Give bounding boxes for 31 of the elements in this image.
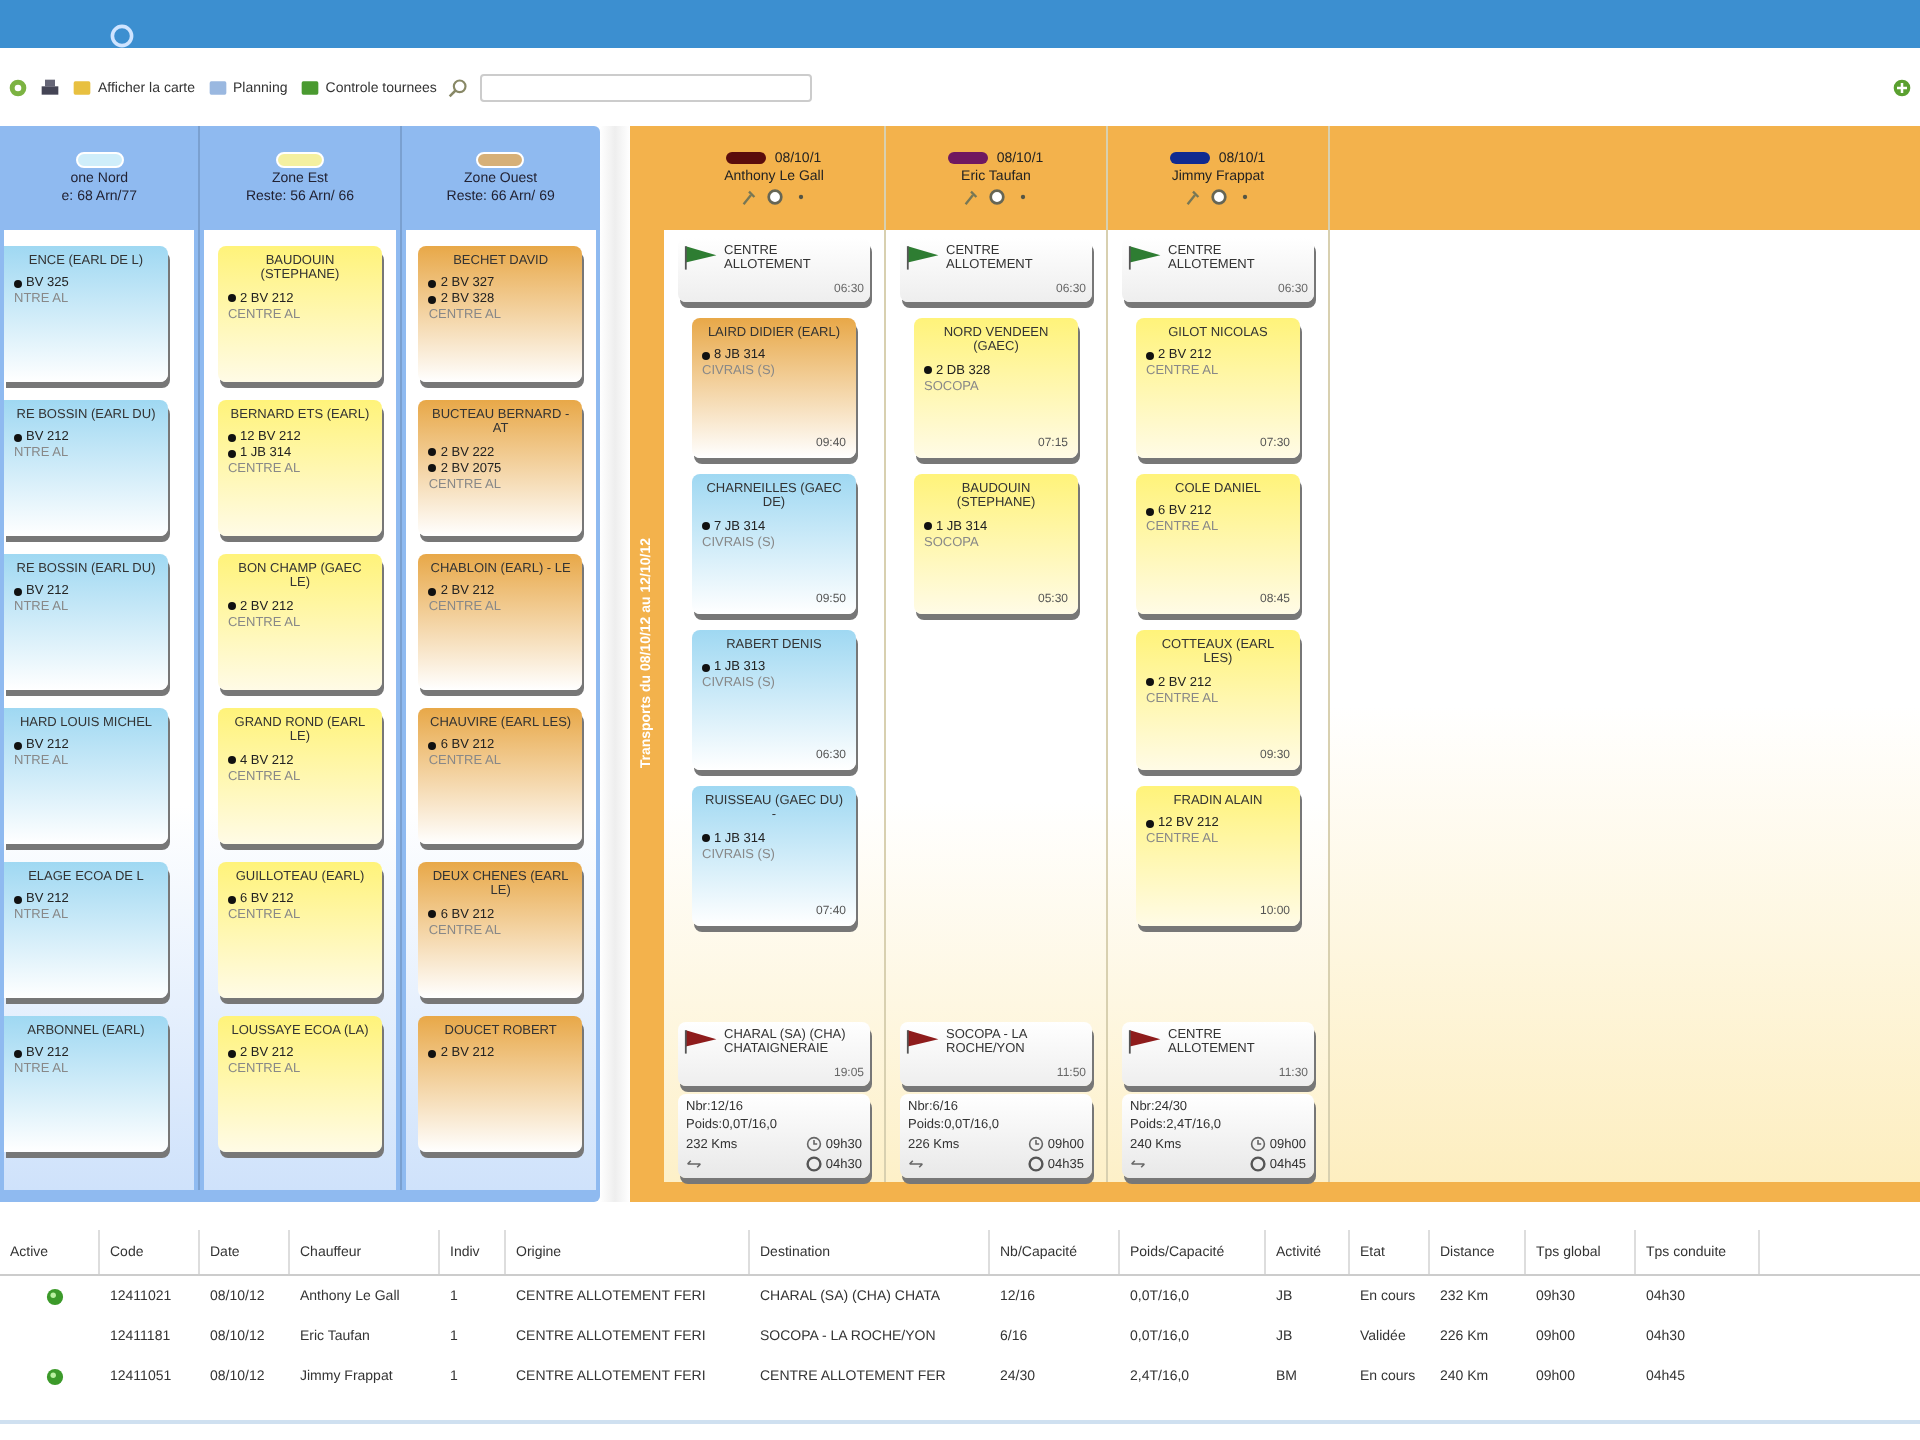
flag-icon [906,1028,942,1054]
app-icon [110,24,134,48]
pin-icon[interactable] [961,187,979,205]
pin-icon[interactable] [1183,187,1201,205]
circle-icon[interactable] [1209,187,1227,205]
flag-icon [684,244,720,270]
printer-icon[interactable] [40,78,60,98]
flag-icon [1128,1028,1164,1054]
wheel-icon [805,1156,822,1172]
search-icon[interactable] [448,78,469,98]
flag-icon [906,244,942,270]
clock-icon [805,1136,822,1152]
flag-icon [1128,244,1164,270]
search-field[interactable] [480,74,813,102]
add-icon[interactable] [1892,78,1912,98]
wheel-icon [1249,1156,1266,1172]
clock-icon [1027,1136,1044,1152]
arrows-icon [908,1156,924,1172]
pin-icon[interactable] [739,187,757,205]
toolbar-icon [299,78,320,98]
circle-icon[interactable] [765,187,783,205]
circle-icon[interactable] [987,187,1005,205]
toolbar-icon [72,78,92,98]
toolbar-icon [207,78,228,98]
arrows-icon [686,1156,702,1172]
arrows-icon [1130,1156,1146,1172]
wheel-icon [1027,1156,1044,1172]
flag-icon [684,1028,720,1054]
splitter-handle[interactable] [600,126,630,1202]
clock-icon [1249,1136,1266,1152]
refresh-icon[interactable] [8,78,28,98]
